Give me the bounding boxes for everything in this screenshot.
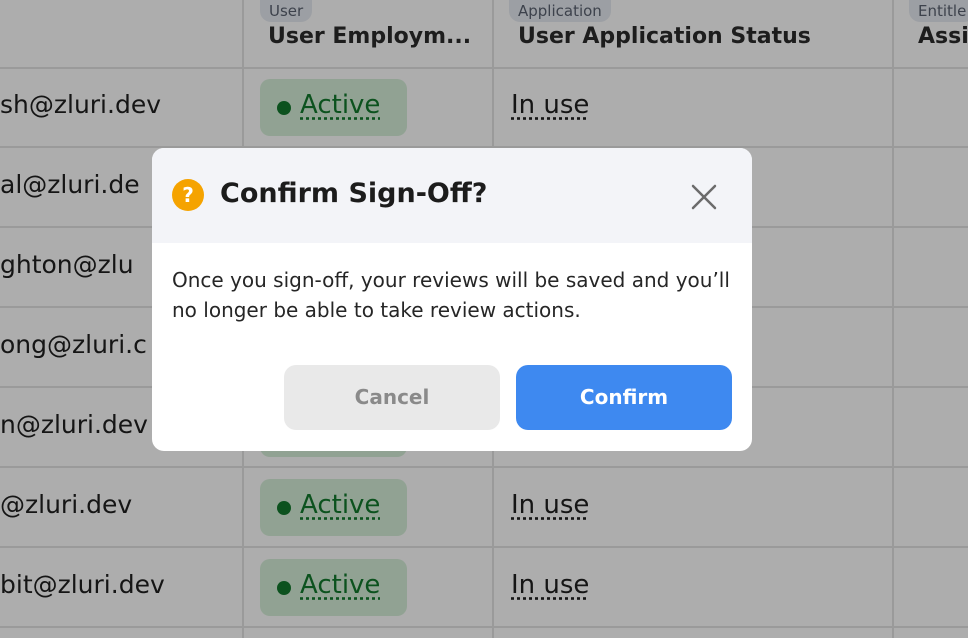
dialog-header: ? Confirm Sign-Off? — [152, 148, 752, 243]
close-icon[interactable] — [688, 181, 720, 213]
confirm-button[interactable]: Confirm — [516, 365, 732, 430]
question-icon: ? — [172, 179, 204, 211]
dialog-message: Once you sign-off, your reviews will be … — [172, 268, 730, 322]
cancel-button[interactable]: Cancel — [284, 365, 500, 430]
confirm-signoff-dialog: ? Confirm Sign-Off? Once you sign-off, y… — [152, 148, 752, 451]
dialog-title: Confirm Sign-Off? — [220, 178, 488, 209]
